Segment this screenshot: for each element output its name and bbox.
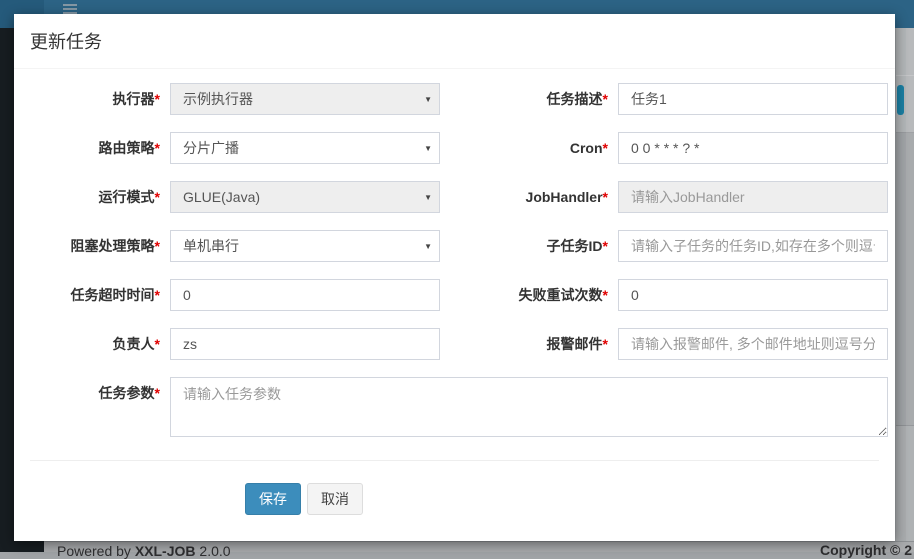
- job-param-label: 任务参数*: [30, 377, 160, 437]
- update-job-modal: 更新任务 执行器* 示例执行器▼ 任务描述* 路由策略* 分片广播▼ Cron*…: [14, 14, 895, 541]
- owner-label: 负责人*: [30, 328, 160, 360]
- modal-header: 更新任务: [14, 14, 895, 69]
- cancel-button[interactable]: 取消: [307, 483, 363, 515]
- powered-by-text: Powered by XXL-JOB 2.0.0: [57, 543, 231, 559]
- job-desc-label: 任务描述*: [470, 83, 608, 115]
- timeout-input[interactable]: [170, 279, 440, 311]
- dimmed-page-button: [897, 85, 904, 115]
- owner-input[interactable]: [170, 328, 440, 360]
- job-handler-input: [618, 181, 888, 213]
- route-strategy-select[interactable]: 分片广播▼: [170, 132, 440, 164]
- executor-label: 执行器*: [30, 83, 160, 115]
- glue-type-select: GLUE(Java)▼: [170, 181, 440, 213]
- chevron-down-icon: ▼: [424, 144, 432, 153]
- alarm-email-label: 报警邮件*: [470, 328, 608, 360]
- glue-type-label: 运行模式*: [30, 181, 160, 213]
- job-param-textarea[interactable]: [170, 377, 888, 437]
- timeout-label: 任务超时时间*: [30, 279, 160, 311]
- footer-divider: [30, 460, 879, 461]
- scrollbar-track[interactable]: [906, 28, 914, 541]
- job-desc-input[interactable]: [618, 83, 888, 115]
- route-strategy-label: 路由策略*: [30, 132, 160, 164]
- fail-retry-input[interactable]: [618, 279, 888, 311]
- block-strategy-select[interactable]: 单机串行▼: [170, 230, 440, 262]
- chevron-down-icon: ▼: [424, 242, 432, 251]
- dimmed-page-strip: [896, 28, 914, 541]
- chevron-down-icon: ▼: [424, 193, 432, 202]
- cron-label: Cron*: [470, 132, 608, 164]
- chevron-down-icon: ▼: [424, 95, 432, 104]
- child-job-id-input[interactable]: [618, 230, 888, 262]
- executor-select: 示例执行器▼: [170, 83, 440, 115]
- fail-retry-label: 失败重试次数*: [470, 279, 608, 311]
- save-button[interactable]: 保存: [245, 483, 301, 515]
- job-handler-label: JobHandler*: [470, 181, 608, 213]
- alarm-email-input[interactable]: [618, 328, 888, 360]
- copyright-text: Copyright © 2: [820, 542, 912, 558]
- cron-input[interactable]: [618, 132, 888, 164]
- child-job-id-label: 子任务ID*: [470, 230, 608, 262]
- block-strategy-label: 阻塞处理策略*: [30, 230, 160, 262]
- modal-body: 执行器* 示例执行器▼ 任务描述* 路由策略* 分片广播▼ Cron* 运行模式…: [14, 69, 895, 515]
- modal-title: 更新任务: [30, 28, 102, 54]
- page-footer: Powered by XXL-JOB 2.0.0 Copyright © 2: [44, 541, 914, 552]
